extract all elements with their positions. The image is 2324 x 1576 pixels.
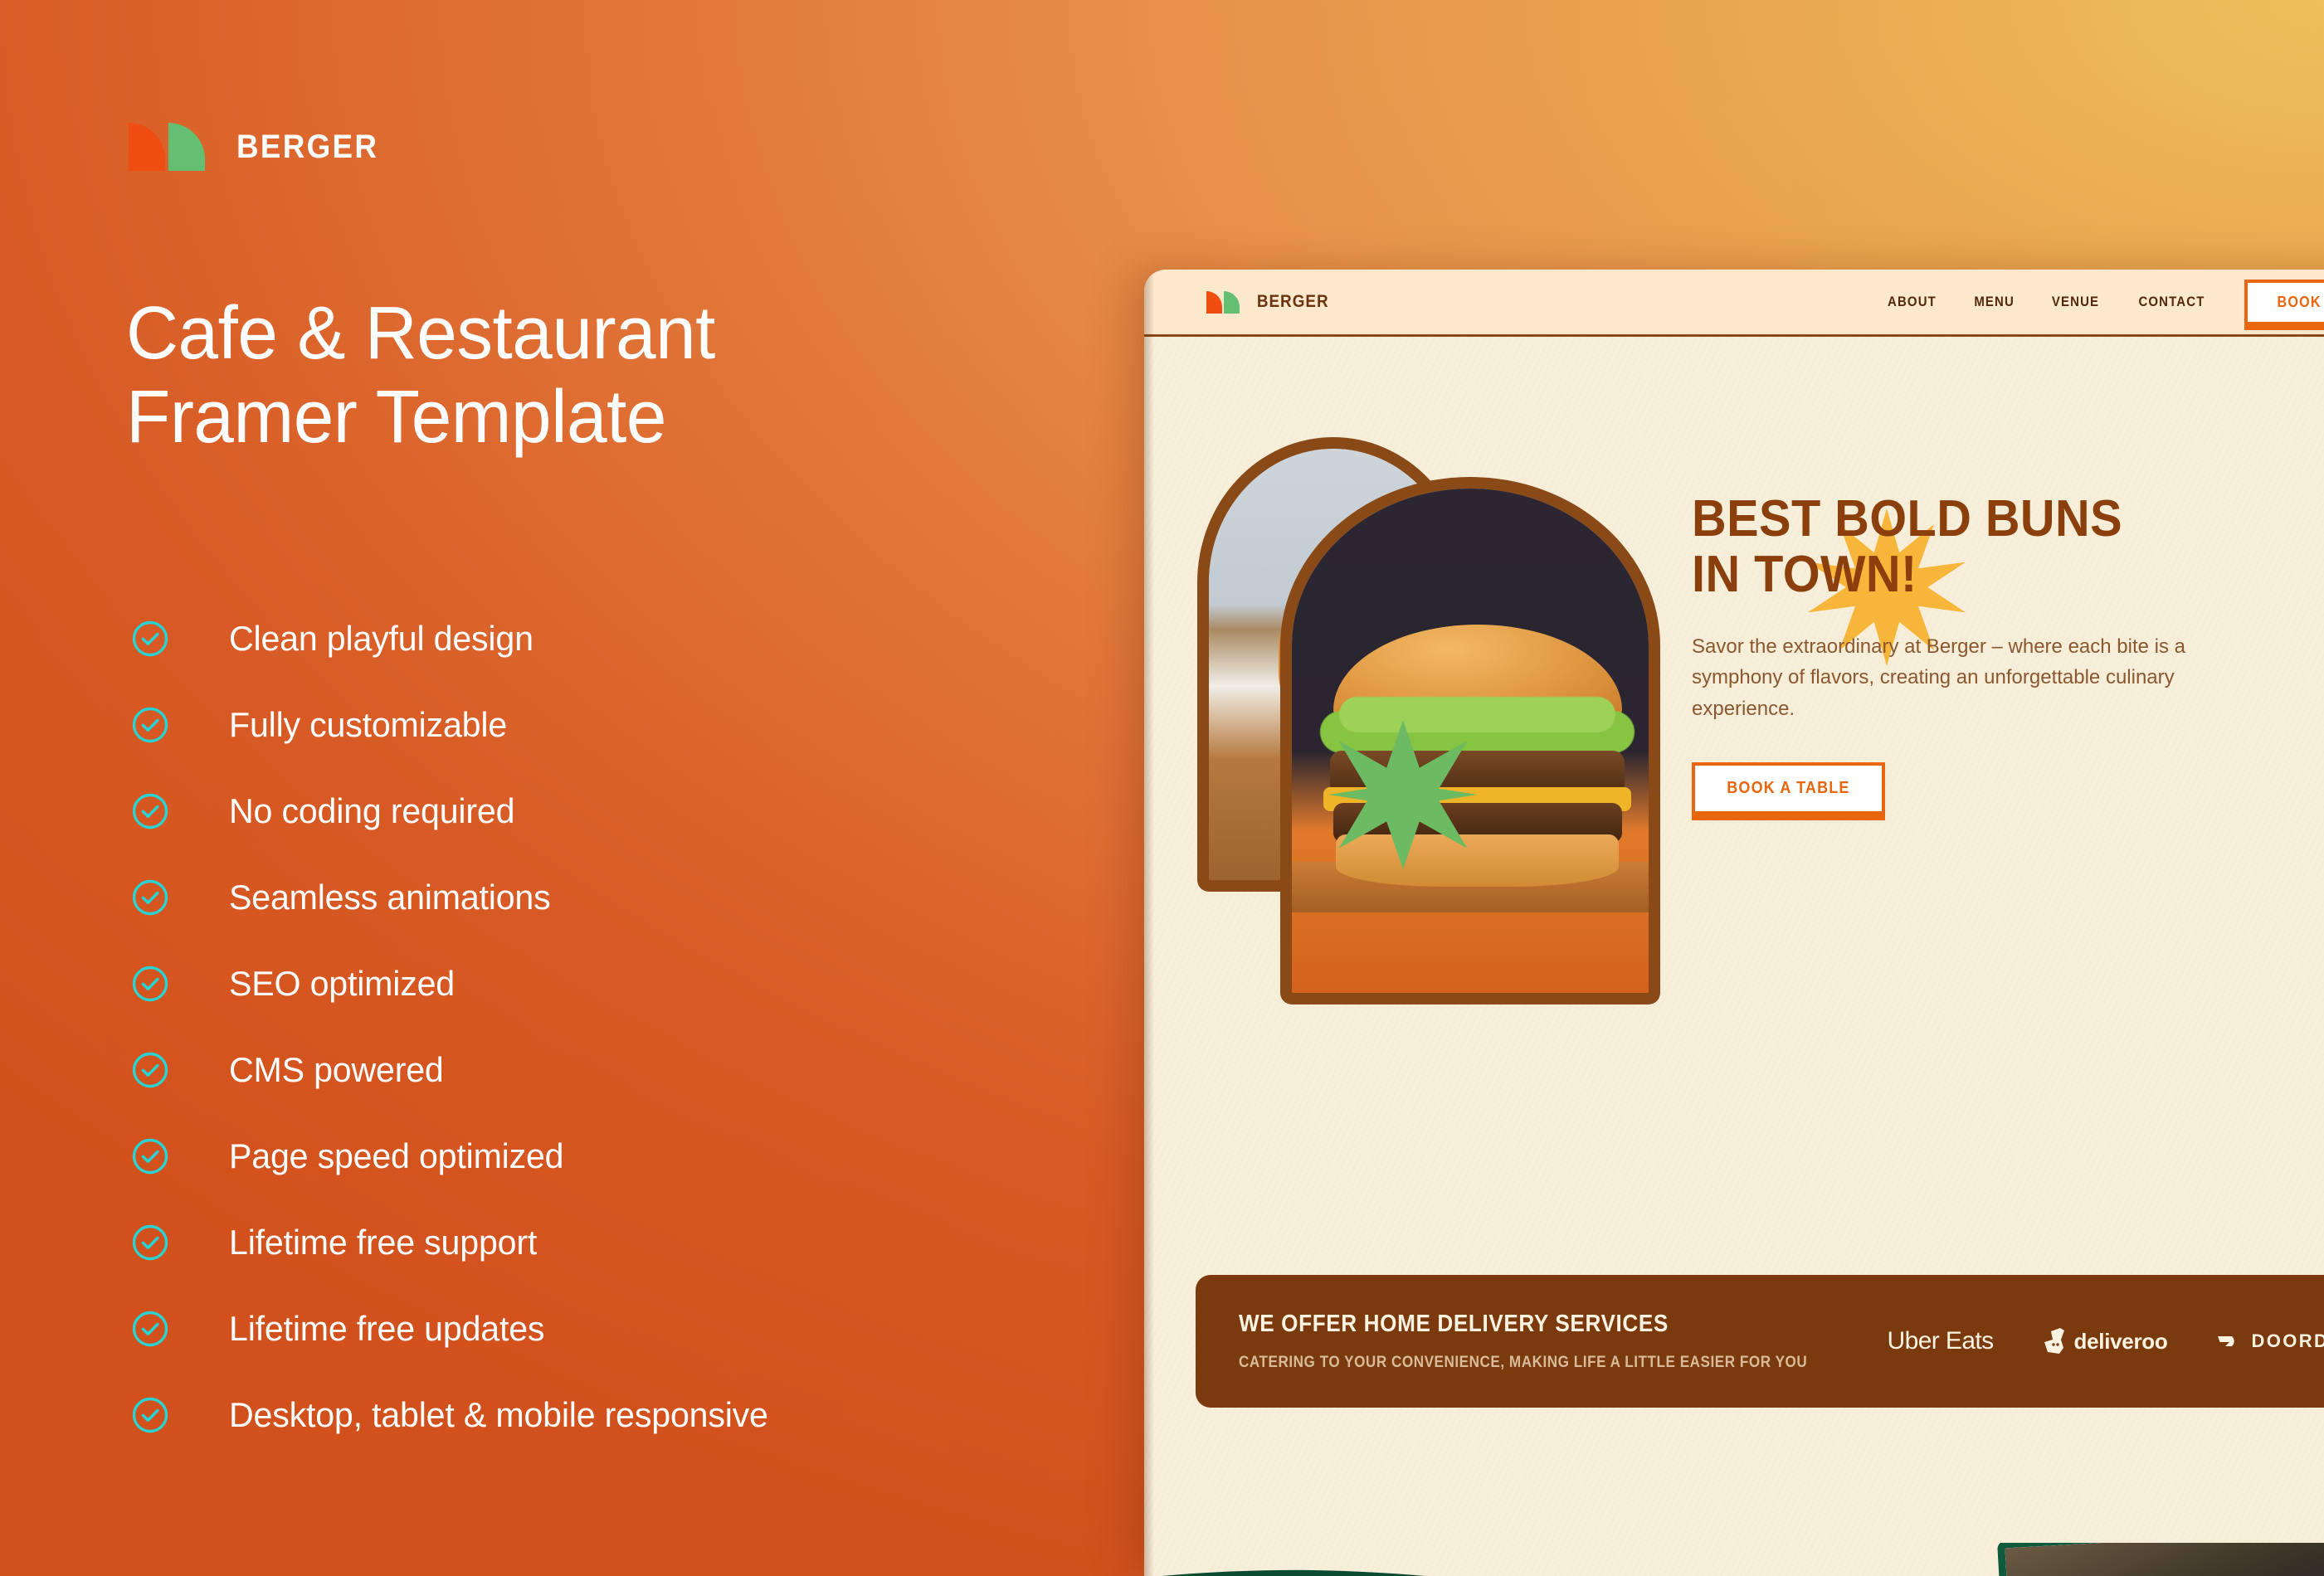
hero-section: BEST BOLD BUNS IN TOWN! Savor the extrao… [1144,334,2324,1234]
list-item: Desktop, tablet & mobile responsive [131,1372,1127,1458]
check-circle-icon [131,620,169,658]
hero-book-a-table-button[interactable]: BOOK A TABLE [1692,762,1885,815]
brand-logo: BERGER [129,123,391,171]
berger-leaf-logo-icon [1206,290,1240,314]
check-circle-icon [131,1223,169,1262]
hero-title-line-2: IN TOWN! [1692,545,1917,603]
doordash-chevron-icon [2218,1336,2235,1346]
delivery-banner: WE OFFER HOME DELIVERY SERVICES CATERING… [1196,1275,2324,1408]
list-item: Lifetime free support [131,1199,1127,1286]
check-circle-icon [131,792,169,830]
check-circle-icon [131,1051,169,1089]
nav-item-venue[interactable]: VENUE [2052,294,2099,310]
delivery-text-block: WE OFFER HOME DELIVERY SERVICES CATERING… [1239,1311,1870,1372]
list-item: Seamless animations [131,854,1127,941]
feature-list: Clean playful design Fully customizable … [131,596,1127,1458]
list-item: Clean playful design [131,596,1127,682]
list-item-label: Desktop, tablet & mobile responsive [229,1395,768,1434]
nav-book-a-table-label: BOOK A TABLE [2277,293,2324,310]
green-starburst-icon [1328,720,1478,869]
headline-line-1: Cafe & Restaurant [126,292,715,375]
check-circle-icon [131,706,169,744]
nav-links: ABOUT MENU VENUE CONTACT [1884,294,2210,310]
doordash-logo: DOORDASH [2217,1330,2324,1352]
headline-line-2: Framer Template [126,375,666,459]
deliveroo-wordmark: deliveroo [2073,1328,2168,1354]
delivery-title: WE OFFER HOME DELIVERY SERVICES [1239,1311,1870,1338]
list-item: Page speed optimized [131,1113,1127,1199]
owner-photo-image [2005,1543,2324,1576]
logo-leaf-red [129,123,165,171]
list-item: Fully customizable [131,682,1127,768]
check-circle-icon [131,965,169,1003]
delivery-title-text: WE OFFER HOME DELIVERY SERVICES [1239,1311,1669,1337]
hero-title: BEST BOLD BUNS IN TOWN! [1692,490,2324,603]
nav-book-a-table-button[interactable]: BOOK A TABLE [2244,279,2324,325]
berger-leaf-logo-icon [129,123,205,171]
deliveroo-logo: deliveroo [2044,1328,2168,1355]
hero-title-line-1: BEST BOLD BUNS [1692,490,2123,547]
doordash-wordmark: DOORDASH [2251,1330,2324,1351]
site-navbar: BERGER ABOUT MENU VENUE CONTACT BOOK A T… [1144,270,2324,337]
uber-eats-logo: Uber Eats [1887,1327,1995,1355]
list-item-label: Lifetime free support [229,1223,538,1262]
delivery-subtitle: CATERING TO YOUR CONVENIENCE, MAKING LIF… [1239,1354,1870,1372]
nav-brand-logo[interactable]: BERGER [1206,290,1333,314]
nav-item-about[interactable]: ABOUT [1888,294,1937,310]
promo-panel: BERGER Cafe & Restaurant Framer Template… [0,0,1162,1576]
page-title: Cafe & Restaurant Framer Template [126,292,1011,460]
logo-leaf-green [168,123,205,171]
owner-section: FROM THE OWNER "AS THE PROUD OWNER OF BE… [1144,1543,2324,1576]
nav-brand-label: BERGER [1256,292,1329,311]
check-circle-icon [131,878,169,917]
website-mockup: BERGER ABOUT MENU VENUE CONTACT BOOK A T… [1144,270,2324,1576]
hero-book-a-table-label: BOOK A TABLE [1727,779,1850,798]
check-circle-icon [131,1137,169,1175]
brand-wordmark: BERGER [236,128,379,165]
owner-portrait [1997,1543,2324,1576]
list-item-label: No coding required [229,791,515,830]
list-item-label: CMS powered [229,1050,444,1089]
deliveroo-kangaroo-icon [2044,1328,2064,1354]
list-item-label: Fully customizable [229,705,508,744]
list-item: SEO optimized [131,941,1127,1027]
hero-description: Savor the extraordinary at Berger – wher… [1692,635,2185,720]
hero-copy: BEST BOLD BUNS IN TOWN! Savor the extrao… [1692,490,2324,815]
list-item-label: Page speed optimized [229,1136,564,1175]
nav-item-contact[interactable]: CONTACT [2139,294,2205,310]
check-circle-icon [131,1310,169,1348]
logo-leaf-green [1224,290,1240,314]
nav-item-menu[interactable]: MENU [1974,294,2015,310]
list-item-label: SEO optimized [229,964,455,1003]
delivery-partner-logos: Uber Eats deliveroo DOORDASH [1888,1327,2324,1355]
delivery-subtitle-text: CATERING TO YOUR CONVENIENCE, MAKING LIF… [1239,1354,1808,1371]
logo-leaf-red [1206,290,1222,314]
list-item-label: Clean playful design [229,619,533,658]
list-item: No coding required [131,768,1127,854]
list-item-label: Seamless animations [229,878,551,917]
list-item: CMS powered [131,1027,1127,1113]
list-item-label: Lifetime free updates [229,1309,545,1348]
check-circle-icon [131,1396,169,1434]
list-item: Lifetime free updates [131,1286,1127,1372]
